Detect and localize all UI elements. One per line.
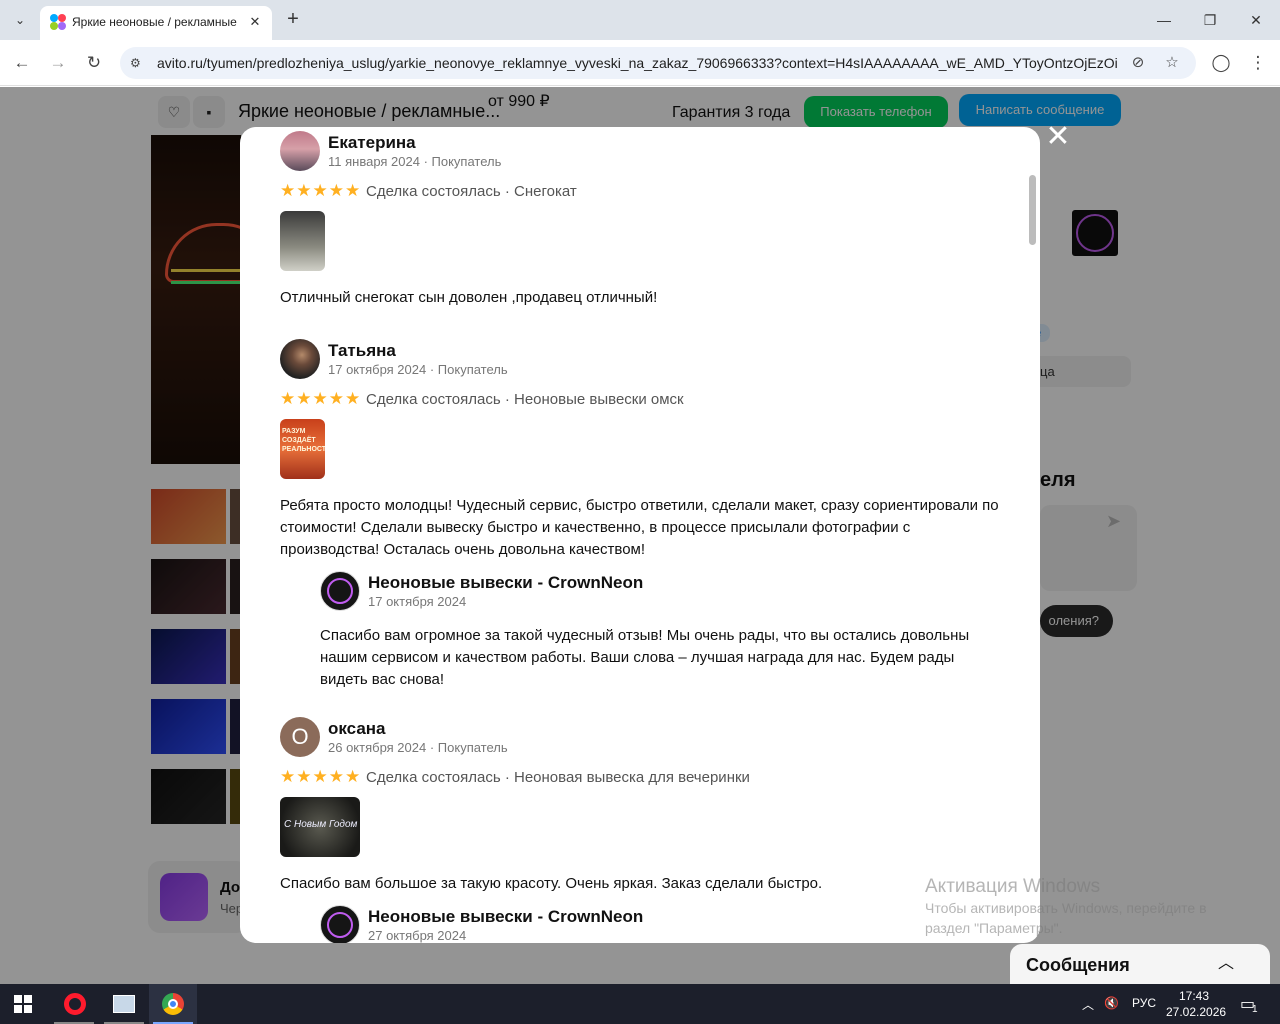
windows-start-icon[interactable] [14,995,32,1013]
activation-watermark-title: Активация Windows [925,876,1101,897]
notification-count: 1 [1252,1004,1258,1015]
window-close-button[interactable]: ✕ [1244,8,1268,32]
language-indicator[interactable]: РУС [1132,996,1156,1010]
tab-search-chevron-icon[interactable]: ⌄ [8,8,32,32]
review-photo[interactable]: РАЗУМ СОЗДАЁТ РЕАЛЬНОСТЬ [280,419,325,479]
browser-toolbar: ← → ↻ ⚙ avito.ru/tyumen/predlozheniya_us… [0,40,1280,86]
forward-arrow-icon[interactable]: → [45,50,71,76]
window-restore-button[interactable]: ❐ [1198,8,1222,32]
reviews-modal: Екатерина 11 января 2024 · Покупатель ★★… [240,127,1040,943]
review-deal: Сделка состоялась · Неоновые вывески омс… [366,391,684,408]
seller-reply-date: 17 октября 2024 [368,594,467,609]
reviewer-avatar [280,131,320,171]
tab-close-icon[interactable]: ✕ [246,13,264,31]
tab-title: Яркие неоновые / рекламные [72,15,237,29]
review-item: Татьяна 17 октября 2024 · Покупатель ★★★… [280,339,1010,689]
browser-tab-bar: ⌄ Яркие неоновые / рекламные ✕ + — ❐ ✕ [0,0,1280,40]
review-deal: Сделка состоялась · Снегокат [366,183,577,200]
seller-avatar [320,571,360,611]
reviewer-name: Екатерина [328,133,416,152]
tray-chevron-icon[interactable]: ︿ [1082,996,1094,1013]
reviewer-avatar [280,339,320,379]
review-photo[interactable]: С Новым Годом [280,797,360,857]
site-info-icon[interactable]: ⚙ [130,55,146,71]
messages-label: Сообщения [1026,955,1130,975]
reload-icon[interactable]: ↻ [81,50,107,76]
rating-stars-icon: ★★★★★ [280,767,362,786]
review-item: О оксана 26 октября 2024 · Покупатель ★★… [280,717,1010,943]
seller-reply-text: Спасибо вам огромное за такой чудесный о… [320,627,970,688]
clock-time: 17:43 [1178,989,1210,1003]
seller-reply-name: Неоновые вывески - CrownNeon [368,573,644,592]
windows-taskbar: ︿ 🔇 РУС 17:43 27.02.2026 ▭ 1 [0,984,1280,1024]
review-text: Спасибо вам большое за такую красоту. Оч… [280,875,823,892]
window-minimize-button[interactable]: — [1152,8,1176,32]
seller-reply: Неоновые вывески - CrownNeon 17 октября … [320,571,1010,691]
profile-icon[interactable]: ◯ [1208,50,1234,76]
seller-avatar [320,905,360,943]
review-meta: 11 января 2024 · Покупатель [328,154,502,169]
clock-date: 27.02.2026 [1166,1005,1227,1019]
volume-muted-icon[interactable]: 🔇 [1104,996,1119,1010]
seller-reply-date: 27 октября 2024 [368,928,467,943]
file-explorer-taskbar-icon[interactable] [100,984,148,1024]
opera-taskbar-icon[interactable] [50,984,98,1024]
back-arrow-icon[interactable]: ← [9,50,35,76]
eye-off-icon[interactable]: ⊘ [1128,53,1148,73]
clock[interactable]: 17:43 27.02.2026 [1166,988,1227,1020]
review-item: Екатерина 11 января 2024 · Покупатель ★★… [280,131,1010,331]
photo-neon-text: РАЗУМ СОЗДАЁТ РЕАЛЬНОСТЬ [282,428,325,453]
avito-favicon-icon [50,14,66,30]
reviewer-name: Татьяна [328,341,396,360]
browser-menu-icon[interactable]: ⋮ [1245,50,1271,76]
new-tab-button[interactable]: + [282,8,304,30]
bookmark-star-icon[interactable]: ☆ [1162,53,1182,73]
review-meta: 26 октября 2024 · Покупатель [328,740,508,755]
browser-tab-active[interactable]: Яркие неоновые / рекламные ✕ [40,6,272,40]
modal-close-icon[interactable]: ✕ [1044,122,1072,152]
photo-neon-text: С Новым Годом [284,819,358,830]
url-text[interactable]: avito.ru/tyumen/predlozheniya_uslug/yark… [157,55,1117,71]
review-text: Ребята просто молодцы! Чудесный сервис, … [280,497,999,558]
address-bar[interactable]: ⚙ avito.ru/tyumen/predlozheniya_uslug/ya… [120,47,1196,79]
chevron-up-icon[interactable]: ︿ [1214,952,1238,976]
reviewer-avatar: О [280,717,320,757]
review-photo[interactable] [280,211,325,271]
seller-reply: Неоновые вывески - CrownNeon 27 октября … [320,905,1010,943]
messages-bar[interactable]: Сообщения ︿ [1010,944,1270,984]
activation-watermark-line: раздел "Параметры". [925,920,1063,936]
review-deal: Сделка состоялась · Неоновая вывеска для… [366,769,750,786]
chrome-taskbar-icon[interactable] [149,984,197,1024]
rating-stars-icon: ★★★★★ [280,181,362,200]
activation-watermark-line: Чтобы активировать Windows, перейдите в [925,900,1207,916]
modal-scrollbar[interactable] [1029,175,1036,245]
seller-reply-name: Неоновые вывески - CrownNeon [368,907,644,926]
review-meta: 17 октября 2024 · Покупатель [328,362,508,377]
reviewer-name: оксана [328,719,386,738]
rating-stars-icon: ★★★★★ [280,389,362,408]
review-text: Отличный снегокат сын доволен ,продавец … [280,289,658,306]
